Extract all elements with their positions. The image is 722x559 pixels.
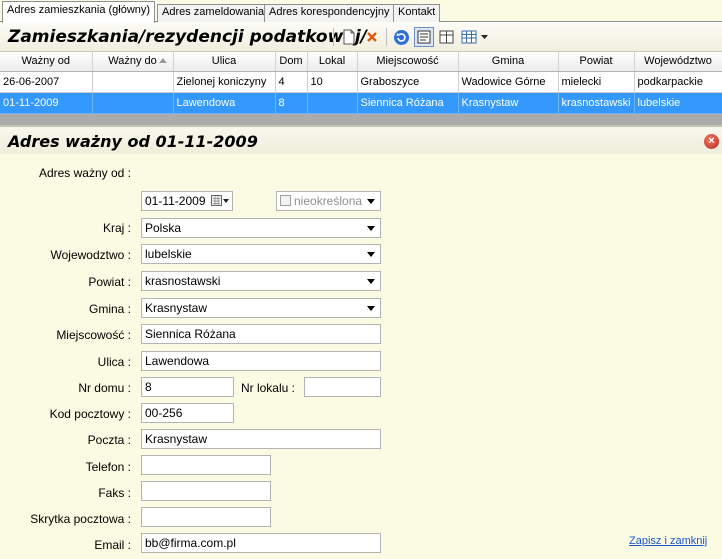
save-and-close-link[interactable]: Zapisz i zamknij [629, 535, 707, 547]
column-header-label: Ważny do [108, 55, 157, 68]
country-label: Kraj : [102, 221, 131, 235]
new-document-icon[interactable] [339, 27, 359, 47]
refresh-icon[interactable] [391, 27, 411, 47]
flat-number-label: Nr lokalu : [240, 381, 295, 395]
voivodeship-label: Wojewodztwo : [50, 248, 131, 262]
column-header-flat[interactable]: Lokal [307, 52, 358, 72]
po-box-label: Skrytka pocztowa : [30, 512, 131, 526]
table-cell: lubelskie [634, 92, 722, 114]
table-cell: podkarpackie [634, 71, 722, 93]
table-cell: mielecki [558, 71, 635, 93]
postal-code-label: Kod pocztowy : [49, 407, 131, 421]
table-cell [92, 71, 174, 93]
table-cell: Graboszyce [357, 71, 459, 93]
house-number-label: Nr domu : [78, 381, 131, 395]
table-cell: 8 [275, 92, 308, 114]
section-title: Zamieszkania/rezydencji podatkowej/ [8, 27, 367, 47]
table-cell: Siennica Różana [357, 92, 459, 114]
form-view-icon[interactable] [414, 27, 434, 47]
phone-input[interactable] [141, 455, 271, 475]
table-cell: Lawendowa [173, 92, 276, 114]
valid-from-date-picker[interactable]: 01-11-2009 [141, 191, 233, 211]
town-input[interactable]: Siennica Różana [141, 324, 381, 344]
table-row[interactable]: 26-06-2007 Zielonej koniczyny 4 10 Grabo… [0, 71, 722, 93]
table-cell: 01-11-2009 [0, 92, 93, 114]
close-icon[interactable]: × [704, 134, 719, 149]
commune-select[interactable]: Krasnystaw [141, 298, 381, 318]
street-input[interactable]: Lawendowa [141, 351, 381, 371]
table-cell: 10 [307, 71, 358, 93]
house-number-input[interactable]: 8 [141, 377, 234, 397]
column-header-house[interactable]: Dom [275, 52, 308, 72]
indefinite-label: nieokreślona [294, 194, 363, 208]
table-row-selected[interactable]: 01-11-2009 Lawendowa 8 Siennica Różana K… [0, 92, 722, 114]
table-cell [92, 92, 174, 114]
country-select[interactable]: Polska [141, 218, 381, 238]
county-label: Powiat : [88, 275, 131, 289]
table-cell: Wadowice Górne [458, 71, 559, 93]
column-header-street[interactable]: Ulica [173, 52, 276, 72]
sort-ascending-icon [158, 58, 167, 63]
email-input[interactable]: bb@firma.com.pl [141, 533, 381, 553]
column-header-valid-from[interactable]: Ważny od [0, 52, 93, 72]
split-view-icon[interactable] [436, 27, 456, 47]
email-label: Email : [94, 538, 131, 552]
address-grid[interactable]: Ważny od Ważny do Ulica Dom Lokal Miejsc… [0, 52, 722, 125]
commune-label: Gmina : [88, 302, 131, 316]
table-cell [307, 92, 358, 114]
voivodeship-select[interactable]: lubelskie [141, 244, 381, 264]
post-office-label: Poczta : [87, 433, 131, 447]
phone-label: Telefon : [85, 460, 131, 474]
town-label: Miejscowość : [56, 328, 131, 342]
toolbar-separator [333, 28, 334, 46]
tab-residence-address[interactable]: Adres zamieszkania (główny) [2, 1, 156, 23]
delete-icon[interactable] [362, 27, 382, 47]
column-header-commune[interactable]: Gmina [458, 52, 559, 72]
table-cell: krasnostawski [558, 92, 635, 114]
county-select[interactable]: krasnostawski [141, 271, 381, 291]
table-cell: Zielonej koniczyny [173, 71, 276, 93]
toolbar-separator [386, 28, 387, 46]
tab-contact[interactable]: Kontakt [393, 4, 441, 22]
po-box-input[interactable] [141, 507, 271, 527]
flat-number-input[interactable] [304, 377, 381, 397]
table-cell: Krasnystaw [458, 92, 559, 114]
post-office-input[interactable]: Krasnystaw [141, 429, 381, 449]
indefinite-checkbox[interactable] [280, 195, 291, 206]
tab-strip: Adres zamieszkania (główny) Adres zameld… [0, 0, 722, 23]
fax-input[interactable] [141, 481, 271, 501]
fax-label: Faks : [98, 486, 131, 500]
table-cell: 26-06-2007 [0, 71, 93, 93]
grid-header-row: Ważny od Ważny do Ulica Dom Lokal Miejsc… [0, 52, 722, 72]
grid-view-icon[interactable] [459, 27, 479, 47]
street-label: Ulica : [97, 355, 131, 369]
tab-correspondence-address[interactable]: Adres korespondencyjny [264, 4, 395, 22]
column-header-county[interactable]: Powiat [558, 52, 635, 72]
section-header: Zamieszkania/rezydencji podatkowej/ [0, 22, 722, 52]
indefinite-checkbox-field[interactable]: nieokreślona [276, 191, 381, 211]
calendar-icon[interactable] [211, 195, 229, 210]
column-header-town[interactable]: Miejscowość [357, 52, 459, 72]
valid-from-value: 01-11-2009 [145, 194, 206, 208]
postal-code-input[interactable]: 00-256 [141, 403, 234, 423]
table-cell: 4 [275, 71, 308, 93]
tab-registered-address[interactable]: Adres zameldowania [157, 4, 270, 22]
column-header-voivodeship[interactable]: Województwo [634, 52, 722, 72]
column-header-valid-to[interactable]: Ważny do [92, 52, 174, 72]
chevron-down-icon[interactable] [478, 27, 490, 47]
form-header: Adres ważny od 01-11-2009 × [0, 125, 722, 154]
form-title: Adres ważny od 01-11-2009 [8, 132, 258, 151]
valid-from-label: Adres ważny od : [38, 166, 131, 180]
